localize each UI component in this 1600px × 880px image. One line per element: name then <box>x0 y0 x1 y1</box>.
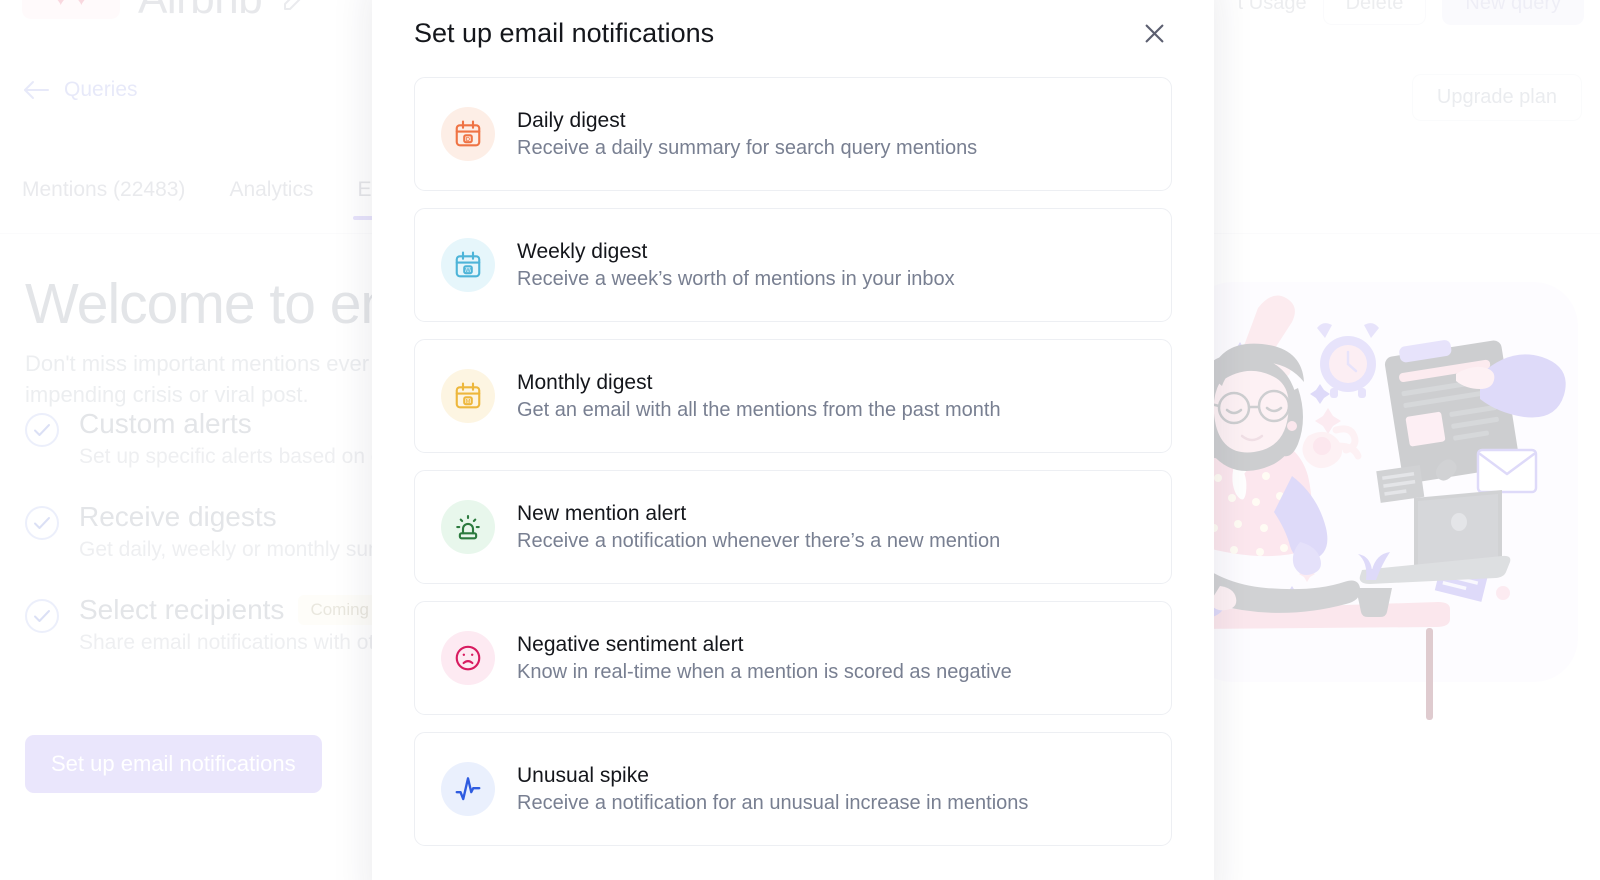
modal-header: Set up email notifications <box>372 0 1214 51</box>
app-root: ♥ ♥ Airbnb t Usage Delete New query Quer… <box>0 0 1600 880</box>
option-description: Receive a notification whenever there’s … <box>517 530 1000 553</box>
option-negative-sentiment-alert[interactable]: Negative sentiment alert Know in real-ti… <box>414 601 1172 715</box>
notification-options-list: D Daily digest Receive a daily summary f… <box>372 51 1214 870</box>
svg-text:W: W <box>465 268 471 274</box>
modal-title: Set up email notifications <box>414 18 714 49</box>
option-title: New mention alert <box>517 502 1000 526</box>
calendar-weekly-icon: W <box>441 238 495 292</box>
option-description: Get an email with all the mentions from … <box>517 399 1001 422</box>
option-description: Receive a week’s worth of mentions in yo… <box>517 268 955 291</box>
option-description: Receive a daily summary for search query… <box>517 137 977 160</box>
pulse-spike-icon <box>441 762 495 816</box>
option-title: Negative sentiment alert <box>517 633 1012 657</box>
svg-text:M: M <box>466 399 471 405</box>
option-title: Monthly digest <box>517 371 1001 395</box>
close-icon[interactable] <box>1137 16 1172 51</box>
sad-face-icon <box>441 631 495 685</box>
option-title: Daily digest <box>517 109 977 133</box>
option-new-mention-alert[interactable]: New mention alert Receive a notification… <box>414 470 1172 584</box>
calendar-daily-icon: D <box>441 107 495 161</box>
option-title: Unusual spike <box>517 764 1028 788</box>
siren-alert-icon <box>441 500 495 554</box>
email-notifications-modal: Set up email notifications D <box>372 0 1214 880</box>
option-weekly-digest[interactable]: W Weekly digest Receive a week’s worth o… <box>414 208 1172 322</box>
option-daily-digest[interactable]: D Daily digest Receive a daily summary f… <box>414 77 1172 191</box>
option-title: Weekly digest <box>517 240 955 264</box>
option-description: Know in real-time when a mention is scor… <box>517 661 1012 684</box>
option-unusual-spike[interactable]: Unusual spike Receive a notification for… <box>414 732 1172 846</box>
svg-text:D: D <box>466 137 470 143</box>
option-description: Receive a notification for an unusual in… <box>517 792 1028 815</box>
calendar-monthly-icon: M <box>441 369 495 423</box>
option-monthly-digest[interactable]: M Monthly digest Get an email with all t… <box>414 339 1172 453</box>
